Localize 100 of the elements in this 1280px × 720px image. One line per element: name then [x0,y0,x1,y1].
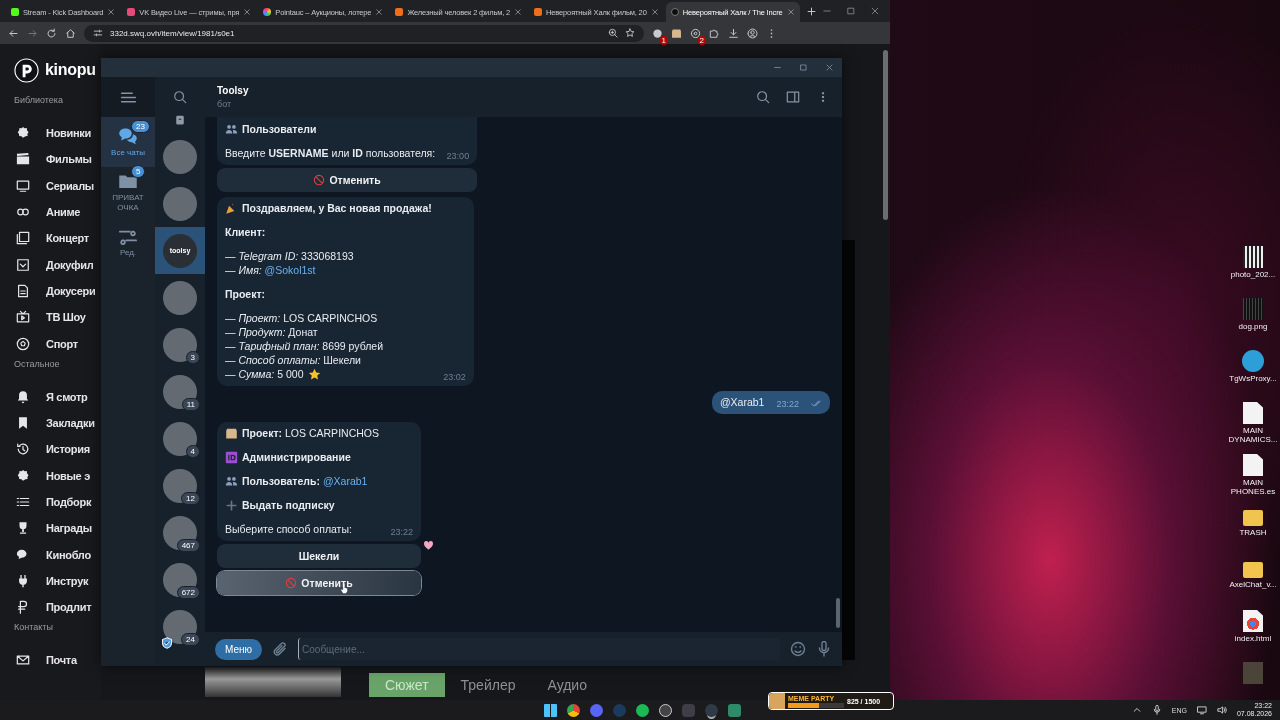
desktop-icon-label[interactable]: dog.png [1226,322,1280,331]
count-badge: 2 [697,35,706,45]
menu-button[interactable]: Меню [215,638,263,660]
desktop-icon-label[interactable]: AxelChat_v... [1226,580,1280,589]
nav-link[interactable]: Кинобло [46,548,91,561]
message-text: — Способ оплаты: Шекели [225,354,361,367]
message-time: 23:22 [390,527,413,537]
folder-tab[interactable]: 23 Все чаты [101,117,155,167]
nav-link[interactable]: Продлит [46,601,92,614]
music-app-icon[interactable] [636,703,649,717]
nav-link[interactable]: Фильмы [46,153,92,166]
profile-icon [747,27,758,39]
inline-button[interactable]: Шекели [217,544,421,568]
chat-item[interactable]: 467 [155,509,205,556]
close-icon [825,63,834,72]
chat-item[interactable]: 4 [155,415,205,462]
album-icon [16,231,30,246]
folder-tab[interactable]: Ред. [101,217,155,267]
desktop-icon-label[interactable]: MAIN PHONES.es [1226,478,1280,496]
message-text: — Проект: LOS CARPINCHOS [225,312,378,325]
username-link[interactable]: @Sokol1st [264,264,316,276]
scrollbar-thumb[interactable] [883,50,888,220]
message-text: Проект: LOS CARPINCHOS [242,427,379,440]
nav-link[interactable]: ТВ Шоу [46,311,86,324]
folder-tab[interactable]: 5 ПРИВАТ ОЧКА [101,167,155,217]
maximize-icon [846,6,856,16]
nav-link[interactable]: Новинки [46,127,91,140]
envelope-icon [16,653,30,668]
detail-tab[interactable]: Трейлер [444,673,532,697]
nav-link[interactable]: Награды [46,522,92,535]
nav-link[interactable]: Инструк [46,574,89,587]
chat-item[interactable]: 3 [155,321,205,368]
nav-link[interactable]: Сериалы [46,179,94,192]
start-icon[interactable] [544,703,557,717]
site-logo-text[interactable]: kinopu [45,61,96,79]
nav-link[interactable]: Закладки [46,417,95,430]
file-icon[interactable] [1243,454,1263,476]
clapperboard-icon [16,152,30,167]
message-time: 23:22 [776,399,799,409]
nav-link[interactable]: Новые э [46,469,90,482]
nav-link[interactable]: Я смотр [46,390,88,403]
nav-link[interactable]: Докусери [46,284,96,297]
desktop-icon-label[interactable]: index.html [1226,634,1280,643]
favicon-icon [395,8,404,16]
badge-icon [16,126,30,141]
reload-icon [46,27,57,39]
bell-icon [16,389,30,404]
username-link[interactable]: @Xarab1 [322,475,368,487]
plus-icon [805,5,817,17]
app-icon[interactable] [1242,350,1264,372]
html-file-icon[interactable] [1243,610,1263,632]
close-icon [870,6,880,16]
message-text: Поздравляем, у Вас новая продажа! [242,202,432,215]
address-field[interactable]: 332d.swq.ovh/item/view/1981/s0e1 [84,24,644,42]
document-icon [16,283,30,298]
unread-badge: 23 [131,120,150,133]
detail-tab[interactable]: Аудио [531,673,603,697]
logo-icon[interactable] [14,57,39,83]
message-text: Клиент: [225,226,266,239]
chat-item[interactable]: 11 [155,368,205,415]
scrollbar-thumb[interactable] [836,598,840,628]
favicon-icon [534,8,543,16]
chat-item[interactable]: 24 [155,603,205,650]
message-text: Пользователь: @Xarab1 [242,475,368,488]
badge-icon [16,468,30,483]
side-panel-icon [786,90,800,104]
nav-link[interactable]: История [46,443,90,456]
message-time: 23:02 [443,372,466,382]
nav-link[interactable]: Концерт [46,232,89,245]
search-icon [756,90,770,104]
bookmark-icon [16,416,30,431]
desktop-icon-label[interactable]: TgWsProxy... [1226,374,1280,383]
chat-item[interactable]: 12 [155,462,205,509]
desktop-icon-label[interactable]: MAIN DYNAMICS... [1226,426,1280,444]
nav-link[interactable]: Почта [46,654,77,667]
download-box-icon [16,257,30,272]
chat-app-icon[interactable] [590,703,603,717]
chat-item[interactable]: 672 [155,556,205,603]
desktop-icon-label[interactable]: photo_202... [1226,270,1280,279]
qr-code-icon[interactable] [1243,246,1263,268]
nav-link[interactable]: Аниме [46,206,81,219]
favicon-icon [670,8,679,16]
message-text: @Xarab1 [719,396,765,409]
inline-button[interactable]: Отменить [217,168,478,192]
app-icon[interactable] [728,703,741,717]
nav-link[interactable]: Подборк [46,496,92,508]
messenger-icon[interactable] [705,703,718,717]
monitor-icon [16,178,30,193]
desktop-icon-label[interactable]: TRASH [1226,528,1280,537]
nav-link[interactable]: Спорт [46,337,78,350]
download-icon [728,27,739,39]
file-icon[interactable] [1243,402,1263,424]
browser-icon[interactable] [567,703,580,717]
inline-button[interactable]: Отменить [217,571,421,595]
box-icon [225,427,238,440]
section-heading: Библиотека [14,95,64,107]
app-icon[interactable] [659,703,672,717]
avatar [163,468,197,503]
message-input[interactable]: Сообщение... [298,638,780,660]
nav-link[interactable]: Докуфил [46,258,94,271]
